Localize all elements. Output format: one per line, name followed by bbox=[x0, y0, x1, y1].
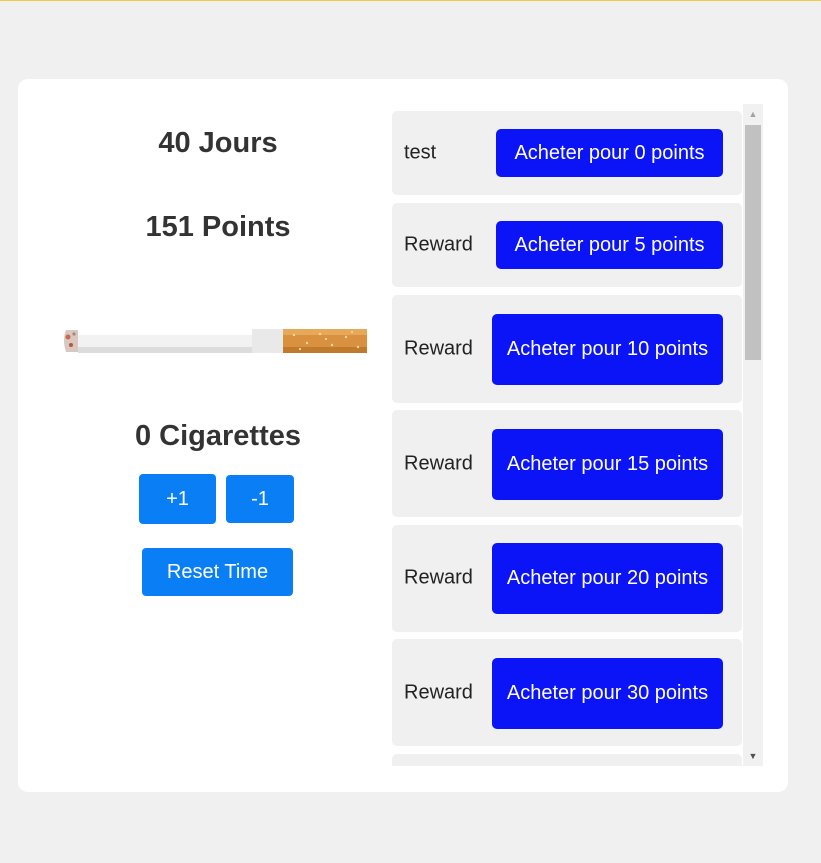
reward-name: Reward bbox=[404, 681, 473, 704]
reward-item: test Acheter pour 0 points bbox=[392, 111, 742, 195]
reward-item: Reward Acheter pour 30 points bbox=[392, 639, 742, 746]
reward-item bbox=[392, 754, 742, 766]
increment-button[interactable]: +1 bbox=[139, 474, 216, 524]
main-card: 40 Jours 151 Points 0 Cigarettes +1 -1 R… bbox=[18, 79, 788, 792]
buy-button[interactable]: Acheter pour 20 points bbox=[492, 543, 723, 614]
cigarettes-counter: 0 Cigarettes bbox=[134, 420, 301, 452]
reward-name: Reward bbox=[404, 452, 473, 475]
buy-button[interactable]: Acheter pour 10 points bbox=[492, 314, 723, 385]
top-border bbox=[0, 0, 821, 1]
buy-button[interactable]: Acheter pour 5 points bbox=[496, 221, 723, 269]
buy-button[interactable]: Acheter pour 0 points bbox=[496, 129, 723, 177]
buy-button[interactable]: Acheter pour 30 points bbox=[492, 658, 723, 729]
points-counter: 151 Points bbox=[145, 211, 291, 243]
decrement-button[interactable]: -1 bbox=[226, 475, 294, 523]
reward-item: Reward Acheter pour 15 points bbox=[392, 410, 742, 517]
days-counter: 40 Jours bbox=[158, 127, 278, 159]
reward-name: Reward bbox=[404, 337, 473, 360]
reward-name: test bbox=[404, 141, 437, 164]
reward-item: Reward Acheter pour 20 points bbox=[392, 525, 742, 632]
buy-button[interactable]: Acheter pour 15 points bbox=[492, 429, 723, 500]
reward-item: Reward Acheter pour 5 points bbox=[392, 203, 742, 287]
reset-time-button[interactable]: Reset Time bbox=[142, 548, 293, 596]
stats-panel: 40 Jours 151 Points 0 Cigarettes +1 -1 R… bbox=[18, 79, 418, 792]
scrollbar[interactable]: ▲ ▼ bbox=[743, 104, 763, 766]
rewards-panel[interactable]: test Acheter pour 0 points Reward Achete… bbox=[391, 104, 763, 766]
reward-name: Reward bbox=[404, 233, 473, 256]
reward-item: Reward Acheter pour 10 points bbox=[392, 295, 742, 403]
cigarette-image bbox=[64, 329, 367, 353]
reward-name: Reward bbox=[404, 566, 473, 589]
scroll-up-arrow-icon[interactable]: ▲ bbox=[743, 104, 763, 124]
scroll-down-arrow-icon[interactable]: ▼ bbox=[743, 746, 763, 766]
scrollbar-thumb[interactable] bbox=[745, 125, 761, 360]
